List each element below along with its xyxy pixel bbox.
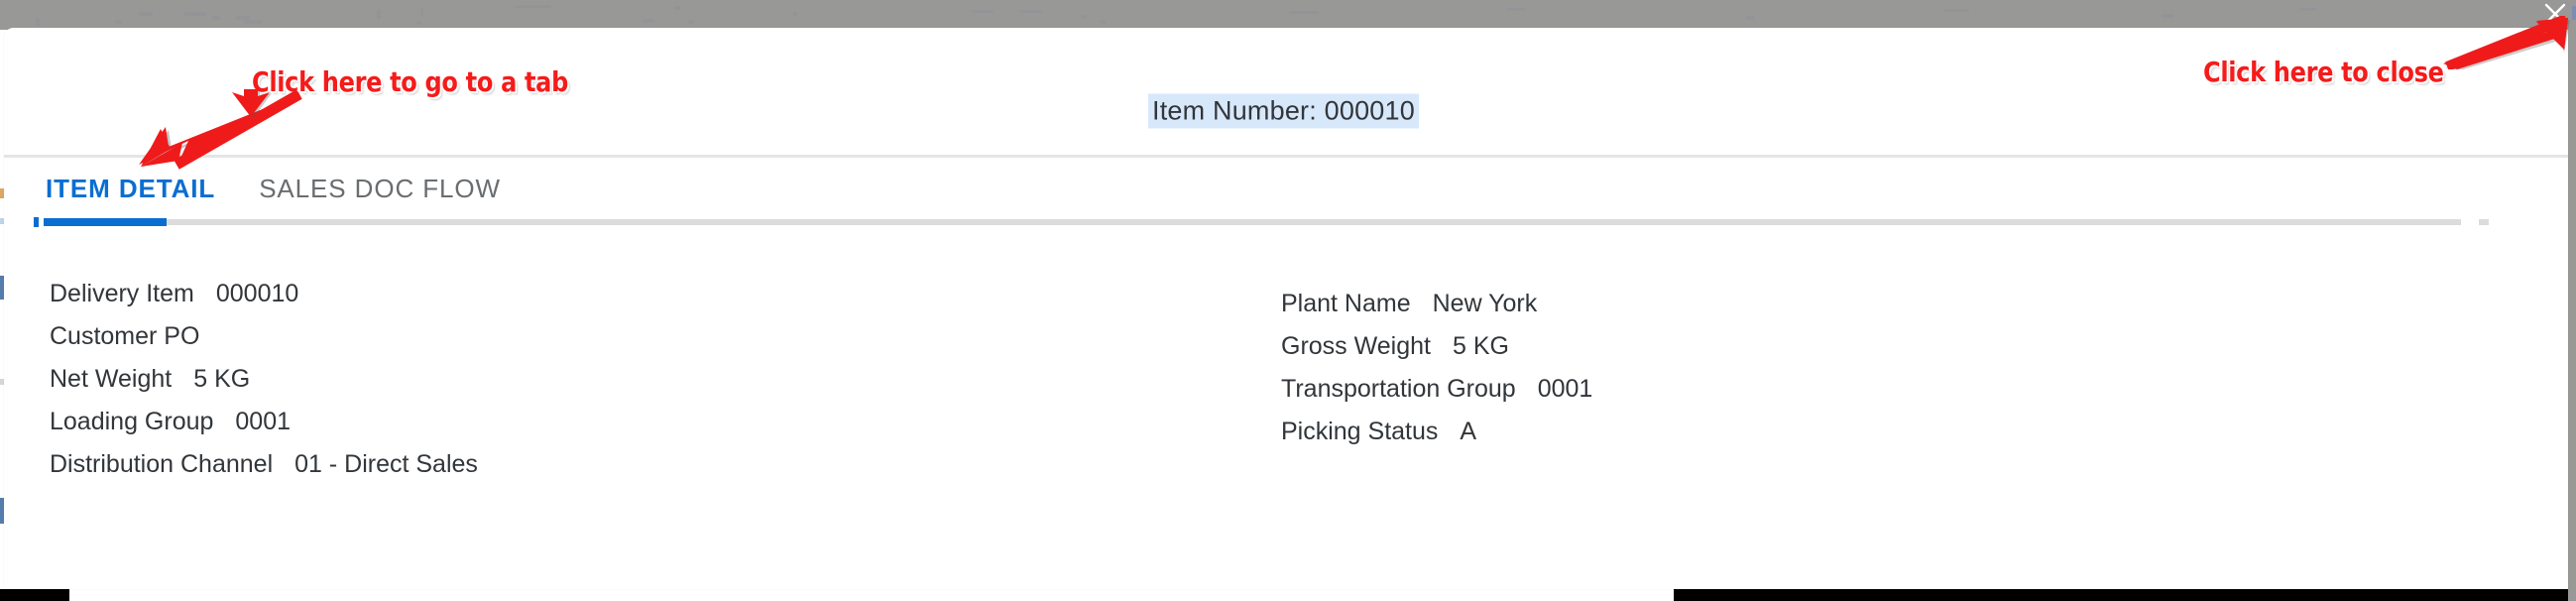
- item-detail-dialog: Item Number: 000010 ITEM DETAIL SALES DO…: [4, 28, 2568, 589]
- modal-dim-overlay: [0, 0, 2576, 30]
- field-value: A: [1460, 418, 1477, 445]
- detail-column-right: Plant Name New York Gross Weight 5 KG Tr…: [1281, 283, 1592, 453]
- field-label: Transportation Group: [1281, 375, 1516, 403]
- tab-sales-doc-flow[interactable]: SALES DOC FLOW: [259, 174, 501, 204]
- detail-column-left: Delivery Item 000010 Customer PO Net Wei…: [50, 273, 478, 486]
- active-tab-indicator: [44, 218, 167, 226]
- right-overlay-gutter: [2568, 0, 2576, 601]
- item-detail-content: Delivery Item 000010 Customer PO Net Wei…: [4, 273, 2568, 570]
- field-distribution-channel: Distribution Channel 01 - Direct Sales: [50, 443, 478, 486]
- field-value: 01 - Direct Sales: [294, 450, 478, 478]
- annotation-close-hint: Click here to close: [2203, 56, 2444, 88]
- field-value: 5 KG: [1452, 332, 1509, 360]
- field-label: Picking Status: [1281, 418, 1439, 445]
- field-label: Plant Name: [1281, 290, 1411, 317]
- tab-track: [44, 219, 2489, 225]
- field-gross-weight: Gross Weight 5 KG: [1281, 325, 1592, 368]
- field-net-weight: Net Weight 5 KG: [50, 358, 478, 401]
- field-customer-po: Customer PO: [50, 315, 478, 358]
- bottom-bar-right: [1674, 589, 2568, 601]
- field-label: Distribution Channel: [50, 450, 274, 478]
- field-value: 0001: [235, 408, 292, 435]
- field-plant-name: Plant Name New York: [1281, 283, 1592, 325]
- field-loading-group: Loading Group 0001: [50, 401, 478, 443]
- bottom-bar-left: [0, 589, 69, 601]
- focus-indicator: [2572, 6, 2576, 20]
- annotation-tab-hint: Click here to go to a tab: [252, 65, 568, 98]
- field-value: 000010: [215, 280, 299, 307]
- close-icon[interactable]: [2538, 0, 2572, 28]
- field-value: 0001: [1537, 375, 1593, 403]
- field-label: Gross Weight: [1281, 332, 1431, 360]
- field-value: New York: [1432, 290, 1538, 317]
- field-label: Customer PO: [50, 322, 200, 350]
- field-delivery-item: Delivery Item 000010: [50, 273, 478, 315]
- field-label: Loading Group: [50, 408, 214, 435]
- tab-item-detail[interactable]: ITEM DETAIL: [46, 174, 215, 204]
- field-picking-status: Picking Status A: [1281, 411, 1592, 453]
- tab-strip: ITEM DETAIL SALES DOC FLOW: [4, 158, 2568, 273]
- tab-left-marker: [34, 217, 39, 227]
- field-transportation-group: Transportation Group 0001: [1281, 368, 1592, 411]
- field-value: 5 KG: [193, 365, 251, 393]
- item-number-title: Item Number: 000010: [1148, 93, 1419, 129]
- field-label: Net Weight: [50, 365, 173, 393]
- field-label: Delivery Item: [50, 280, 194, 307]
